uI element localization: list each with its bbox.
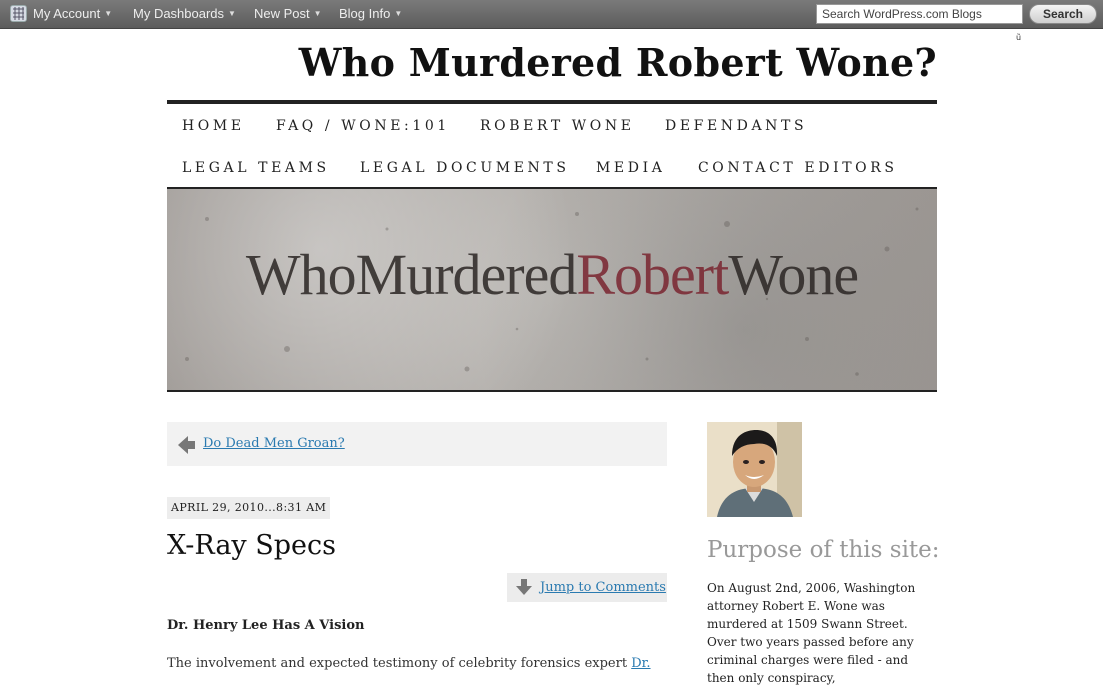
arrow-left-icon <box>178 436 195 454</box>
chevron-down-icon: ▼ <box>228 9 236 18</box>
new-post-menu[interactable]: New Post ▼ <box>254 0 322 28</box>
header-banner[interactable]: WhoMurderedRobertWone <box>167 189 937 392</box>
sidebar-heading: Purpose of this site: <box>707 537 940 563</box>
banner-text-robert: Robert <box>576 242 729 307</box>
post-body-text: The involvement and expected testimony o… <box>167 656 632 671</box>
admin-bar: My Account ▼ My Dashboards ▼ New Post ▼ Blo… <box>0 0 1103 29</box>
menu-label: My Dashboards <box>133 6 225 21</box>
jump-to-comments-link[interactable]: Jump to Comments <box>540 580 666 595</box>
site-title[interactable]: Who Murdered Robert Wone? <box>167 40 937 85</box>
nav-legal-documents[interactable]: LEGAL DOCUMENTS <box>360 160 570 176</box>
post-subheading: Dr. Henry Lee Has A Vision <box>167 618 365 633</box>
post-title[interactable]: X-Ray Specs <box>167 530 336 561</box>
previous-post-box: Do Dead Men Groan? <box>167 422 667 466</box>
nav-robert-wone[interactable]: ROBERT WONE <box>480 118 635 134</box>
nav-media[interactable]: MEDIA <box>596 160 665 176</box>
chevron-down-icon: ▼ <box>104 9 113 18</box>
chevron-down-icon: ▼ <box>313 9 322 18</box>
my-dashboards-menu[interactable]: My Dashboards ▼ <box>133 0 236 28</box>
sidebar-purpose-text: On August 2nd, 2006, Washington attorney… <box>707 581 916 685</box>
nav-home[interactable]: HOME <box>182 118 245 134</box>
blog-info-menu[interactable]: Blog Info ▼ <box>339 0 402 28</box>
banner-text-who-murdered: WhoMurdered <box>245 242 577 307</box>
nav-defendants[interactable]: DEFENDANTS <box>665 118 807 134</box>
previous-post-link[interactable]: Do Dead Men Groan? <box>203 436 345 451</box>
jump-to-comments-box: Jump to Comments <box>507 573 667 602</box>
cursor-icon: ȕ <box>1016 33 1022 42</box>
arrow-down-icon <box>516 579 532 595</box>
chevron-down-icon: ▼ <box>394 9 403 18</box>
banner-stencil-text: WhoMurderedRobertWone <box>167 241 937 308</box>
post-body: The involvement and expected testimony o… <box>167 655 667 673</box>
menu-label: Blog Info <box>339 6 391 21</box>
author-photo <box>707 422 802 517</box>
menu-label: My Account <box>33 6 101 21</box>
search-input[interactable] <box>816 4 1023 24</box>
menu-label: New Post <box>254 6 310 21</box>
nav-faq[interactable]: FAQ / WONE:101 <box>276 118 450 134</box>
header-divider <box>167 100 937 104</box>
nav-legal-teams[interactable]: LEGAL TEAMS <box>182 160 330 176</box>
banner-text-wone: Wone <box>728 242 859 307</box>
wordpress-logo-icon[interactable] <box>10 5 27 22</box>
search-button[interactable]: Search <box>1029 4 1097 24</box>
post-date: APRIL 29, 2010...8:31 AM <box>167 497 331 519</box>
my-account-menu[interactable]: My Account ▼ <box>33 0 112 28</box>
post-body-link[interactable]: Dr. <box>631 656 650 671</box>
nav-contact-editors[interactable]: CONTACT EDITORS <box>698 160 898 176</box>
